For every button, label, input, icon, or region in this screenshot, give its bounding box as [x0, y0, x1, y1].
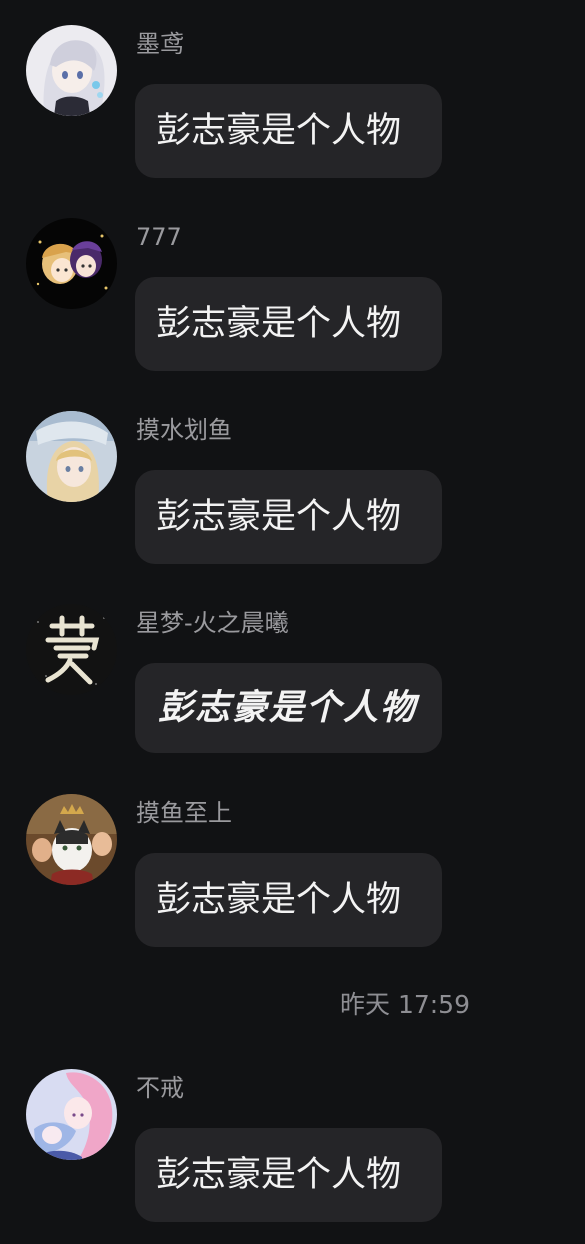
- message-bubble[interactable]: 彭志豪是个人物: [135, 663, 442, 753]
- timestamp-divider: 昨天 17:59: [340, 990, 470, 1019]
- sender-name: 不戒: [136, 1074, 184, 1102]
- sender-name: 777: [136, 223, 182, 251]
- chibi-characters-avatar-icon[interactable]: [26, 218, 117, 309]
- sender-name: 摸鱼至上: [136, 799, 232, 827]
- anime-girl-blonde-avatar-icon[interactable]: [26, 411, 117, 502]
- crowned-cat-painting-avatar-icon[interactable]: [26, 794, 117, 885]
- sender-name: 摸水划鱼: [136, 416, 232, 444]
- message-bubble[interactable]: 彭志豪是个人物: [135, 1128, 442, 1222]
- message-bubble[interactable]: 彭志豪是个人物: [135, 853, 442, 947]
- anime-pink-hair-avatar-icon[interactable]: [26, 1069, 117, 1160]
- calligraphy-meng-avatar-icon[interactable]: [26, 604, 117, 695]
- message-bubble[interactable]: 彭志豪是个人物: [135, 277, 442, 371]
- sender-name: 星梦-火之晨曦: [136, 609, 289, 637]
- sender-name: 墨鸢: [136, 30, 184, 58]
- chat-message-list[interactable]: 墨鸢 彭志豪是个人物 777 彭志豪是个人物 摸水划鱼 彭志豪是个人物 星梦-火…: [0, 0, 585, 1244]
- message-bubble[interactable]: 彭志豪是个人物: [135, 84, 442, 178]
- message-bubble[interactable]: 彭志豪是个人物: [135, 470, 442, 564]
- anime-girl-white-hair-avatar-icon[interactable]: [26, 25, 117, 116]
